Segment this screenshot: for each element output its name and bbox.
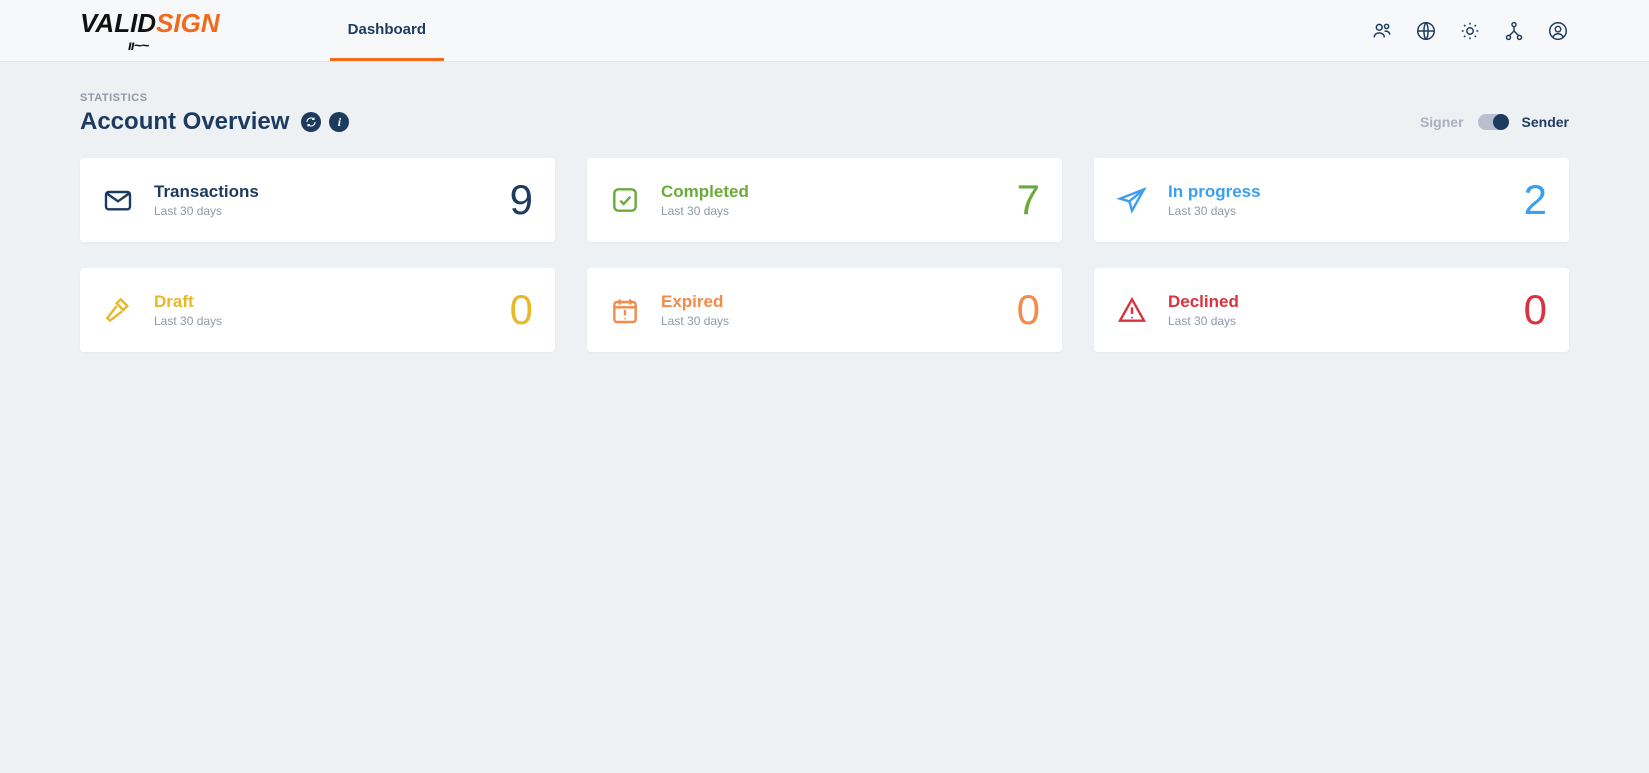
profile-icon[interactable] bbox=[1547, 20, 1569, 42]
card-sub: Last 30 days bbox=[154, 204, 259, 218]
card-value: 0 bbox=[510, 289, 533, 331]
card-title: Transactions bbox=[154, 182, 259, 202]
card-title: In progress bbox=[1168, 182, 1261, 202]
card-expired[interactable]: Expired Last 30 days 0 bbox=[587, 268, 1062, 352]
signer-sender-switch[interactable] bbox=[1478, 114, 1508, 130]
check-square-icon bbox=[605, 180, 645, 220]
view-toggle: Signer Sender bbox=[1420, 114, 1569, 130]
card-transactions[interactable]: Transactions Last 30 days 9 bbox=[80, 158, 555, 242]
card-inprogress[interactable]: In progress Last 30 days 2 bbox=[1094, 158, 1569, 242]
card-title: Completed bbox=[661, 182, 749, 202]
warning-triangle-icon bbox=[1112, 290, 1152, 330]
card-declined[interactable]: Declined Last 30 days 0 bbox=[1094, 268, 1569, 352]
content-area: STATISTICS Account Overview i Signer Sen… bbox=[0, 62, 1649, 382]
card-completed[interactable]: Completed Last 30 days 7 bbox=[587, 158, 1062, 242]
info-button[interactable]: i bbox=[329, 112, 349, 132]
toggle-sender-label[interactable]: Sender bbox=[1522, 114, 1569, 130]
globe-icon[interactable] bbox=[1415, 20, 1437, 42]
main-nav: Dashboard bbox=[330, 0, 444, 61]
refresh-button[interactable] bbox=[301, 112, 321, 132]
card-title: Expired bbox=[661, 292, 729, 312]
section-label: STATISTICS bbox=[80, 92, 1569, 104]
card-sub: Last 30 days bbox=[661, 314, 729, 328]
card-title: Draft bbox=[154, 292, 222, 312]
stats-grid: Transactions Last 30 days 9 Completed La… bbox=[80, 158, 1569, 352]
card-value: 0 bbox=[1524, 289, 1547, 331]
hierarchy-icon[interactable] bbox=[1503, 20, 1525, 42]
app-header: VALIDSIGN ıı~~ Dashboard bbox=[0, 0, 1649, 62]
card-value: 2 bbox=[1524, 179, 1547, 221]
card-sub: Last 30 days bbox=[1168, 314, 1239, 328]
brand-part2: SIGN bbox=[156, 10, 220, 36]
brand-squiggle: ıı~~ bbox=[128, 38, 148, 52]
card-title: Declined bbox=[1168, 292, 1239, 312]
hammer-icon bbox=[98, 290, 138, 330]
paper-plane-icon bbox=[1112, 180, 1152, 220]
calendar-alert-icon bbox=[605, 290, 645, 330]
card-sub: Last 30 days bbox=[1168, 204, 1261, 218]
card-value: 0 bbox=[1017, 289, 1040, 331]
card-draft[interactable]: Draft Last 30 days 0 bbox=[80, 268, 555, 352]
nav-dashboard[interactable]: Dashboard bbox=[330, 0, 444, 61]
brand-part1: VALID bbox=[80, 10, 156, 36]
card-sub: Last 30 days bbox=[154, 314, 222, 328]
card-sub: Last 30 days bbox=[661, 204, 749, 218]
contacts-icon[interactable] bbox=[1371, 20, 1393, 42]
toggle-signer-label[interactable]: Signer bbox=[1420, 114, 1464, 130]
header-icon-bar bbox=[1371, 20, 1569, 42]
brand-logo[interactable]: VALIDSIGN ıı~~ bbox=[80, 10, 220, 52]
card-value: 7 bbox=[1017, 179, 1040, 221]
brightness-icon[interactable] bbox=[1459, 20, 1481, 42]
switch-knob bbox=[1493, 114, 1509, 130]
envelope-icon bbox=[98, 180, 138, 220]
card-value: 9 bbox=[510, 179, 533, 221]
title-row: Account Overview i Signer Sender bbox=[80, 108, 1569, 136]
page-title: Account Overview bbox=[80, 108, 289, 136]
